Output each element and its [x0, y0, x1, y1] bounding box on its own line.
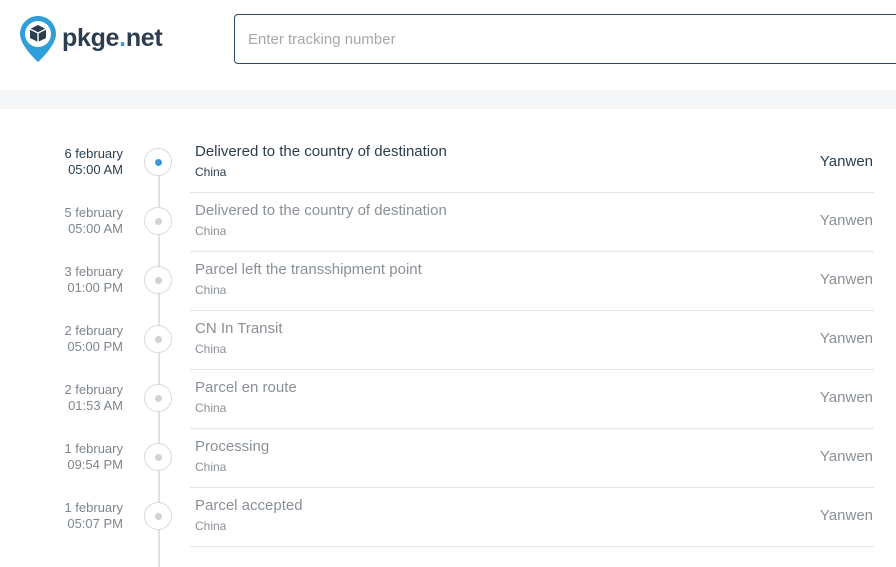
- event-date: 2 february: [64, 382, 123, 397]
- event-time: 05:00 PM: [67, 339, 123, 354]
- event-datetime: 5 february 05:00 AM: [64, 205, 123, 237]
- event-status: Parcel en route: [195, 379, 297, 396]
- timeline-dot: [155, 336, 162, 343]
- row-divider: [190, 546, 874, 547]
- timeline-dot: [155, 454, 162, 461]
- timeline-node: [144, 384, 172, 412]
- event-location: China: [195, 224, 227, 238]
- event-carrier: Yanwen: [819, 507, 873, 524]
- timeline-node: [144, 148, 172, 176]
- timeline-dot: [155, 159, 162, 166]
- timeline-dot: [155, 218, 162, 225]
- event-date: 2 february: [64, 323, 123, 338]
- event-status: Delivered to the country of destination: [195, 202, 447, 219]
- timeline-event: 2 february 05:00 PM CN In Transit China Yanw…: [0, 311, 896, 370]
- event-datetime: 2 february 05:00 PM: [64, 323, 123, 355]
- timeline-event: 2 february 01:53 AM Parcel en route China Ya…: [0, 370, 896, 429]
- tracking-number-input[interactable]: [235, 15, 861, 63]
- event-location: China: [195, 283, 227, 297]
- logo[interactable]: pkge.net: [18, 14, 163, 66]
- event-date: 1 february: [64, 500, 123, 515]
- event-status: Parcel accepted: [195, 497, 303, 514]
- event-time: 05:00 AM: [68, 221, 123, 236]
- event-date: 5 february: [64, 205, 123, 220]
- event-location: China: [195, 165, 227, 179]
- event-datetime: 1 february 05:07 PM: [64, 500, 123, 532]
- event-carrier: Yanwen: [819, 448, 873, 465]
- timeline-node: [144, 443, 172, 471]
- timeline-dot: [155, 513, 162, 520]
- event-carrier: Yanwen: [819, 389, 873, 406]
- timeline-event: 3 february 01:00 PM Parcel left the transs…: [0, 252, 896, 311]
- event-date: 1 february: [64, 441, 123, 456]
- header-band: [0, 90, 896, 109]
- site-header: pkge.net: [0, 0, 896, 90]
- timeline-node: [144, 325, 172, 353]
- event-location: China: [195, 460, 227, 474]
- event-location: China: [195, 401, 227, 415]
- event-status: Delivered to the country of destination: [195, 143, 447, 160]
- event-date: 3 february: [64, 264, 123, 279]
- event-datetime: 6 february 05:00 AM: [64, 146, 123, 178]
- timeline-event: 1 february 05:07 PM Parcel accepted China Ya…: [0, 488, 896, 547]
- event-status: Parcel left the transshipment point: [195, 261, 422, 278]
- event-status: Processing: [195, 438, 270, 455]
- timeline-event: 5 february 05:00 AM Delivered to the count…: [0, 193, 896, 252]
- event-carrier: Yanwen: [819, 271, 873, 288]
- search-box[interactable]: [234, 14, 896, 64]
- tracking-timeline: 6 february 05:00 AM Delivered to the count…: [0, 109, 896, 567]
- timeline-dot: [155, 395, 162, 402]
- event-datetime: 2 february 01:53 AM: [64, 382, 123, 414]
- timeline-node: [144, 266, 172, 294]
- event-time: 01:00 PM: [67, 280, 123, 295]
- timeline-dot: [155, 277, 162, 284]
- event-time: 01:53 AM: [68, 398, 123, 413]
- event-location: China: [195, 519, 227, 533]
- logo-wordmark: pkge.net: [62, 23, 163, 52]
- timeline-event: 6 february 05:00 AM Delivered to the count…: [0, 134, 896, 193]
- timeline-node: [144, 502, 172, 530]
- event-time: 05:07 PM: [67, 516, 123, 531]
- event-carrier: Yanwen: [819, 212, 873, 229]
- location-pin-box-icon: [18, 14, 58, 66]
- event-status: CN In Transit: [195, 320, 283, 337]
- timeline-event: 1 february 09:54 PM Processing China Yanwen: [0, 429, 896, 488]
- event-time: 09:54 PM: [67, 457, 123, 472]
- event-datetime: 3 february 01:00 PM: [64, 264, 123, 296]
- event-time: 05:00 AM: [68, 162, 123, 177]
- event-date: 6 february: [64, 146, 123, 161]
- event-carrier: Yanwen: [819, 153, 873, 170]
- event-location: China: [195, 342, 227, 356]
- event-carrier: Yanwen: [819, 330, 873, 347]
- event-datetime: 1 february 09:54 PM: [64, 441, 123, 473]
- timeline-node: [144, 207, 172, 235]
